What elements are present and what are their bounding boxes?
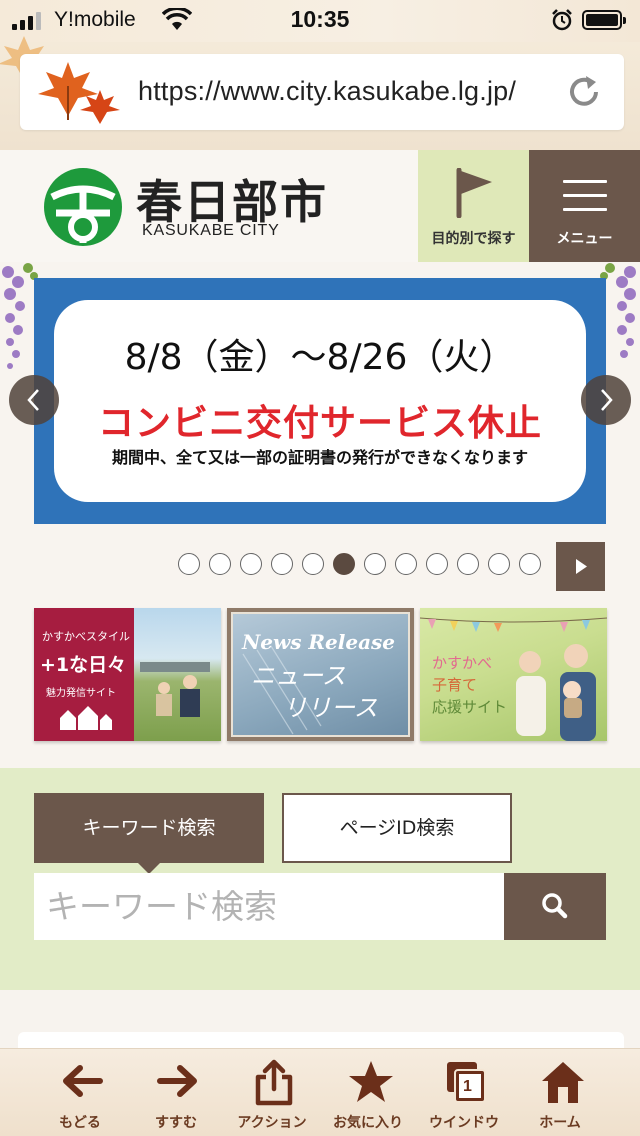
hero-slider: 8/8（金）～8/26（火） コンビニ交付サービス休止 期間中、全て又は一部の証… — [0, 262, 640, 608]
slide-subtitle: 期間中、全て又は一部の証明書の発行ができなくなります — [111, 448, 528, 467]
browser-chrome: https://www.city.kasukabe.lg.jp/ — [0, 36, 640, 150]
houses-icon — [60, 706, 112, 730]
search-section: キーワード検索 ページID検索 — [0, 768, 640, 990]
search-icon — [542, 893, 568, 919]
slider-play-button[interactable] — [556, 542, 605, 591]
slide-title: コンビニ交付サービス休止 — [97, 403, 542, 444]
window-button[interactable]: 1 ウインドウ — [416, 1049, 512, 1136]
banner-row: かすかべスタイル +1な日々 魅力発信サイト News Release ニュース… — [0, 608, 640, 768]
banner-text: News Release — [241, 630, 396, 654]
slider-dot[interactable] — [333, 553, 355, 575]
favorites-label: お気に入り — [333, 1115, 403, 1131]
banner-text: 応援サイト — [432, 698, 508, 716]
arrow-left-icon — [63, 1065, 103, 1097]
flag-icon — [456, 168, 492, 218]
chevron-left-icon — [27, 389, 39, 411]
banner-text: リリース — [283, 694, 378, 722]
favorites-button[interactable]: お気に入り — [320, 1049, 416, 1136]
banner-text: +1な日々 — [40, 654, 127, 676]
share-icon — [255, 1059, 293, 1106]
menu-label: メニュー — [556, 231, 613, 247]
clock: 10:35 — [290, 6, 350, 32]
slider-dot[interactable] — [240, 553, 262, 575]
bunting-decoration — [420, 617, 607, 632]
chevron-right-icon — [601, 389, 613, 411]
alarm-icon — [552, 9, 572, 31]
slider-dot[interactable] — [178, 553, 200, 575]
battery-icon — [582, 10, 626, 30]
slide-date: 8/8（金）～8/26（火） — [124, 337, 516, 378]
banner-kasukabe-style[interactable]: かすかべスタイル +1な日々 魅力発信サイト — [34, 608, 221, 741]
banner-text: かすかべ — [432, 654, 493, 672]
back-button[interactable]: もどる — [32, 1049, 128, 1136]
family-park-photo — [134, 608, 221, 741]
slider-dot[interactable] — [488, 553, 510, 575]
home-label: ホーム — [539, 1115, 581, 1131]
parents-photo — [516, 644, 596, 741]
forward-button[interactable]: すすむ — [128, 1049, 224, 1136]
city-emblem-logo[interactable] — [42, 167, 124, 247]
slider-pagination — [178, 553, 541, 575]
banner-text: 子育て — [432, 676, 478, 694]
slider-dot[interactable] — [364, 553, 386, 575]
play-icon — [576, 559, 587, 574]
search-submit-button[interactable] — [504, 873, 606, 940]
window-count: 1 — [463, 1078, 472, 1095]
slide-card: 8/8（金）～8/26（火） コンビニ交付サービス休止 期間中、全て又は一部の証… — [54, 300, 586, 502]
action-button[interactable]: アクション — [224, 1049, 320, 1136]
slider-dot[interactable] — [426, 553, 448, 575]
banner-text: 魅力発信サイト — [46, 688, 116, 699]
home-icon — [542, 1062, 584, 1103]
slide-notice[interactable]: 8/8（金）～8/26（火） コンビニ交付サービス休止 期間中、全て又は一部の証… — [34, 278, 606, 524]
city-name-en: KASUKABE CITY — [142, 222, 280, 239]
tab-keyword-search[interactable]: キーワード検索 — [34, 793, 264, 874]
back-label: もどる — [59, 1115, 101, 1131]
wisteria-decoration — [600, 263, 636, 358]
banner-text: かすかべスタイル — [42, 630, 130, 643]
slider-next-button[interactable] — [581, 375, 631, 425]
slider-dot[interactable] — [271, 553, 293, 575]
home-button[interactable]: ホーム — [512, 1049, 608, 1136]
forward-label: すすむ — [155, 1115, 197, 1131]
address-bar[interactable]: https://www.city.kasukabe.lg.jp/ — [20, 54, 624, 130]
banner-kosodate[interactable]: かすかべ 子育て 応援サイト — [420, 608, 607, 741]
menu-button[interactable]: メニュー — [529, 150, 640, 262]
site-header: 春日部市 KASUKABE CITY 目的別で探す メニュー — [0, 150, 640, 262]
action-label: アクション — [237, 1115, 307, 1131]
hamburger-icon — [563, 180, 607, 222]
window-label: ウインドウ — [429, 1115, 499, 1131]
tab-page-id-search[interactable]: ページID検索 — [282, 793, 512, 863]
star-icon — [349, 1061, 393, 1102]
banner-text: ニュース — [251, 662, 346, 690]
slider-dot[interactable] — [457, 553, 479, 575]
slider-prev-button[interactable] — [9, 375, 59, 425]
keyword-search-input[interactable] — [34, 873, 504, 940]
search-by-purpose-button[interactable]: 目的別で探す — [418, 150, 529, 262]
maple-leaf-icon — [38, 62, 120, 124]
slider-dot[interactable] — [395, 553, 417, 575]
arrow-right-icon — [157, 1065, 197, 1097]
slider-dot[interactable] — [302, 553, 324, 575]
reload-icon[interactable] — [564, 72, 604, 112]
url-text[interactable]: https://www.city.kasukabe.lg.jp/ — [138, 76, 516, 107]
slider-dot[interactable] — [519, 553, 541, 575]
slider-dot[interactable] — [209, 553, 231, 575]
purpose-label: 目的別で探す — [431, 231, 516, 247]
browser-toolbar: もどる すすむ アクション お気に入り 1 ウインドウ ホーム — [0, 1048, 640, 1136]
status-bar: Y!mobile 10:35 — [0, 0, 640, 42]
banner-news-release[interactable]: News Release ニュース リリース — [227, 608, 414, 741]
